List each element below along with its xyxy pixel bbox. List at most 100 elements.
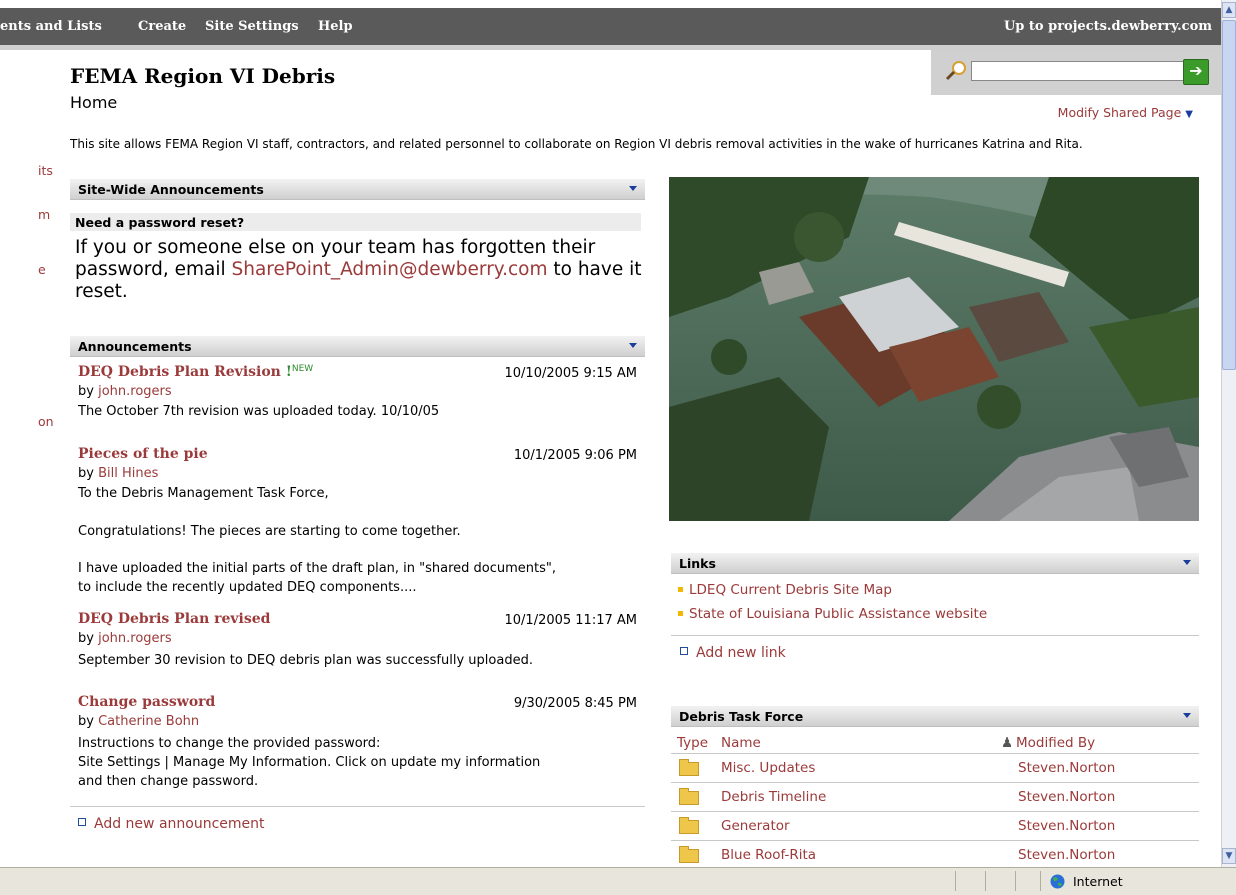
scroll-up-icon[interactable]: ▲ (1222, 2, 1236, 18)
folder-icon (679, 846, 699, 863)
announcement-body: September 30 revision to DEQ debris plan… (78, 653, 533, 668)
nav-create[interactable]: Create (138, 19, 186, 34)
folder-name-link[interactable]: Debris Timeline (721, 789, 826, 805)
site-wide-announcements-header: Site-Wide Announcements (70, 179, 645, 200)
announcement-title-link[interactable]: DEQ Debris Plan revised (78, 611, 270, 627)
globe-icon (1050, 874, 1065, 889)
announcement-body: Congratulations! The pieces are starting… (78, 524, 461, 539)
bullet-icon (678, 610, 683, 616)
web-part-menu-icon[interactable] (629, 343, 637, 348)
search-go-button[interactable]: ➔ (1183, 59, 1209, 85)
author-link[interactable]: john.rogers (98, 384, 172, 399)
announcement-byline: by john.rogers (78, 631, 172, 646)
announcement-title-link[interactable]: Pieces of the pie (78, 446, 208, 462)
modified-by-link[interactable]: Steven.Norton (1018, 818, 1115, 834)
site-description: This site allows FEMA Region VI staff, c… (70, 137, 1083, 151)
announcement-body: To the Debris Management Task Force, (78, 486, 329, 501)
table-row: Misc. Updates Steven.Norton (671, 754, 1199, 783)
nav-site-settings[interactable]: Site Settings (205, 19, 299, 34)
web-part-menu-icon[interactable] (629, 186, 637, 191)
author-link[interactable]: Catherine Bohn (98, 714, 199, 729)
col-modified-by[interactable]: Modified By (1016, 735, 1095, 751)
announcement-title[interactable]: DEQ Debris Plan Revision (78, 364, 281, 380)
top-nav-bar: ents and Lists Create Site Settings Help… (0, 8, 1221, 45)
announcement-date: 10/10/2005 9:15 AM (504, 366, 638, 381)
password-reset-heading: Need a password reset? (75, 215, 245, 230)
announcements-title: Announcements (78, 339, 192, 354)
page-name: Home (70, 93, 118, 112)
announcement-byline: by Catherine Bohn (78, 714, 199, 729)
status-divider (955, 871, 956, 891)
left-nav-item[interactable]: on (38, 414, 54, 429)
announcement-date: 9/30/2005 8:45 PM (513, 696, 637, 711)
task-force-column-headers: Type Name ♟ Modified By (671, 733, 1199, 754)
links-title: Links (679, 556, 716, 571)
modified-by-link[interactable]: Steven.Norton (1018, 789, 1115, 805)
announcement-subheader: Need a password reset? (70, 213, 641, 231)
left-nav-item[interactable]: e (38, 262, 46, 277)
task-force-header: Debris Task Force (671, 706, 1199, 727)
add-new-announcement-label[interactable]: Add new announcement (94, 816, 265, 832)
site-title: FEMA Region VI Debris (70, 64, 336, 88)
add-new-announcement-link[interactable]: Add new announcement (78, 816, 265, 832)
links-header: Links (671, 553, 1199, 574)
nav-documents-and-lists[interactable]: ents and Lists (0, 19, 102, 34)
new-badge: NEW (291, 364, 314, 374)
web-part-menu-icon[interactable] (1183, 713, 1191, 718)
status-divider (1015, 871, 1016, 891)
add-new-link-label[interactable]: Add new link (696, 645, 786, 661)
modify-shared-page-label: Modify Shared Page (1057, 105, 1182, 120)
announcement-body: to include the recently updated DEQ comp… (78, 580, 417, 595)
folder-icon (679, 759, 699, 776)
folder-icon (679, 817, 699, 834)
add-icon (78, 818, 86, 826)
modified-by-link[interactable]: Steven.Norton (1018, 847, 1115, 863)
col-type[interactable]: Type (677, 735, 708, 751)
window-top-strip (0, 0, 1221, 8)
status-divider (1040, 871, 1041, 891)
web-part-menu-icon[interactable] (1183, 560, 1191, 565)
add-new-link[interactable]: Add new link (680, 645, 786, 661)
modify-shared-page-menu[interactable]: Modify Shared Page ▼ (1058, 105, 1193, 120)
folder-name-link[interactable]: Generator (721, 818, 790, 834)
scroll-thumb[interactable] (1222, 20, 1236, 370)
left-nav-item[interactable]: its (38, 163, 53, 178)
folder-name-link[interactable]: Misc. Updates (721, 760, 815, 776)
announcement-byline: by john.rogers (78, 384, 172, 399)
announcement-title-link[interactable]: DEQ Debris Plan Revision !NEW (78, 364, 313, 380)
user-icon: ♟ (1001, 735, 1014, 751)
link-item-label[interactable]: State of Louisiana Public Assistance web… (689, 606, 987, 622)
search-input[interactable] (971, 61, 1184, 81)
scroll-down-icon[interactable]: ▼ (1222, 848, 1236, 864)
author-link[interactable]: john.rogers (98, 631, 172, 646)
task-force-title: Debris Task Force (679, 709, 804, 724)
site-wide-announcements-title: Site-Wide Announcements (78, 182, 264, 197)
admin-email-link[interactable]: SharePoint_Admin@dewberry.com (232, 259, 548, 280)
announcement-byline: by Bill Hines (78, 466, 158, 481)
security-zone-label: Internet (1073, 874, 1123, 889)
nav-help[interactable]: Help (318, 19, 353, 34)
up-to-parent-link[interactable]: Up to projects.dewberry.com (1004, 19, 1212, 34)
by-label: by (78, 384, 99, 399)
bullet-icon (678, 586, 683, 592)
link-item-label[interactable]: LDEQ Current Debris Site Map (689, 582, 892, 598)
search-icon[interactable] (944, 60, 968, 82)
announcements-header: Announcements (70, 336, 645, 357)
left-nav-item[interactable]: m (38, 207, 50, 222)
folder-name-link[interactable]: Blue Roof-Rita (721, 847, 816, 863)
by-label: by (78, 631, 99, 646)
by-label: by (78, 466, 99, 481)
announcement-body: Instructions to change the provided pass… (78, 736, 381, 751)
announcement-title-link[interactable]: Change password (78, 694, 215, 710)
author-link[interactable]: Bill Hines (98, 466, 158, 481)
folder-icon (679, 788, 699, 805)
link-item[interactable]: LDEQ Current Debris Site Map (678, 582, 892, 598)
announcement-body: and then change password. (78, 774, 259, 789)
table-row: Debris Timeline Steven.Norton (671, 783, 1199, 812)
link-item[interactable]: State of Louisiana Public Assistance web… (678, 606, 987, 622)
table-row: Blue Roof-Rita Steven.Norton (671, 841, 1199, 870)
col-name[interactable]: Name (721, 735, 761, 751)
table-row: Generator Steven.Norton (671, 812, 1199, 841)
modified-by-link[interactable]: Steven.Norton (1018, 760, 1115, 776)
links-divider (671, 635, 1199, 636)
